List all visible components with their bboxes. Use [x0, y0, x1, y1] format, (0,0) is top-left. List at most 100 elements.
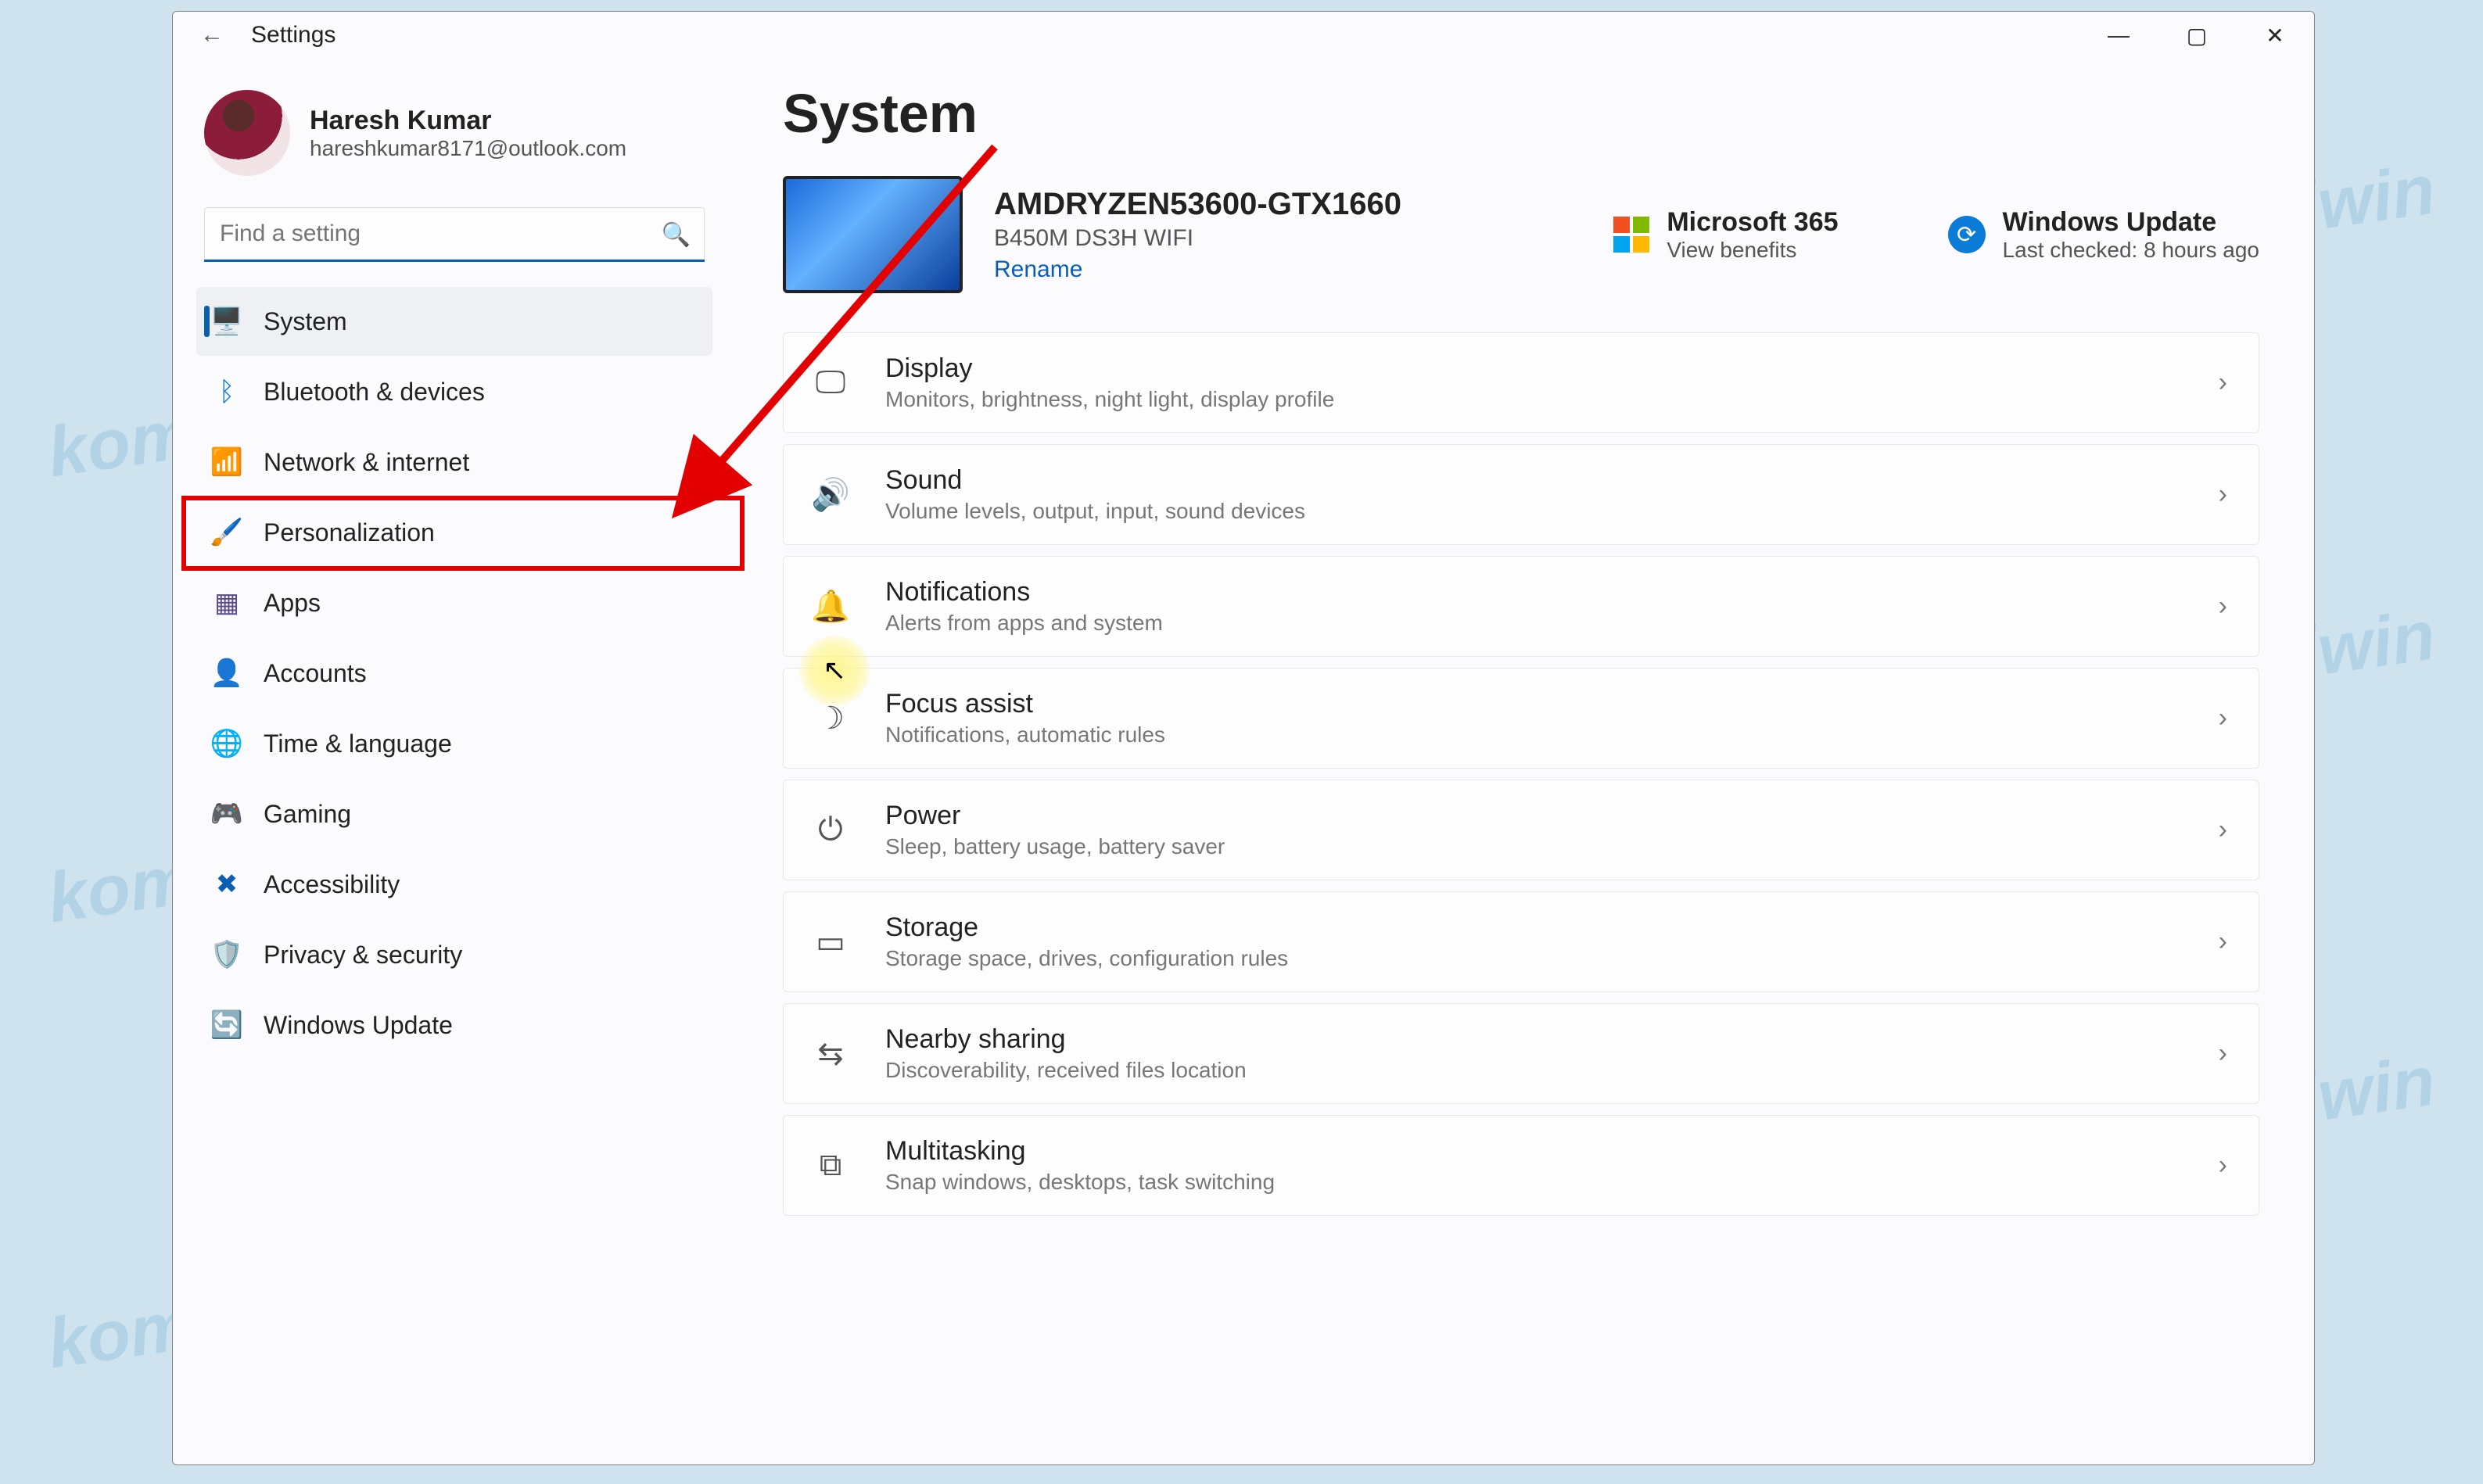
setting-title: Sound [885, 465, 1305, 496]
nav-icon: 🖥️ [212, 306, 242, 336]
sidebar-item-system[interactable]: 🖥️ System [196, 287, 712, 356]
nav-label: Apps [264, 589, 321, 618]
setting-item-focus-assist[interactable]: ☽ Focus assist Notifications, automatic ru… [783, 668, 2259, 769]
windows-update-icon: ⟳ [1948, 216, 1986, 253]
sidebar-item-time-language[interactable]: 🌐Time & language [196, 709, 712, 778]
nav-icon: 🖌️ [212, 518, 242, 547]
setting-title: Focus assist [885, 689, 1165, 719]
setting-item-display[interactable]: 🖵DisplayMonitors, brightness, night ligh… [783, 332, 2259, 433]
sidebar-item-apps[interactable]: ▦ Apps [196, 568, 712, 637]
nav-icon: 🛡️ [212, 940, 242, 970]
setting-item-nearby-sharing[interactable]: ⇆ Nearby sharing Discoverability, received… [783, 1003, 2259, 1104]
m365-sub: View benefits [1667, 238, 1838, 263]
setting-title: Power [885, 801, 1225, 831]
titlebar: ← Settings — ▢ ✕ [173, 12, 2314, 59]
chevron-right-icon: › [2219, 1150, 2227, 1181]
nav-label: System [264, 307, 347, 336]
sidebar-item-network-internet[interactable]: 📶 Network & internet [196, 428, 712, 496]
setting-desc: Sleep, battery usage, battery saver [885, 834, 1225, 859]
setting-desc: Snap windows, desktops, task switching [885, 1170, 1275, 1195]
setting-title: Notifications [885, 577, 1163, 608]
nav-icon: 🌐 [212, 729, 242, 758]
nav-label: Network & internet [264, 448, 469, 477]
device-name: AMDRYZEN53600-GTX1660 [994, 187, 1401, 222]
setting-icon: 🖵 [807, 365, 854, 400]
setting-desc: Alerts from apps and system [885, 611, 1163, 636]
nav-label: Gaming [264, 800, 351, 829]
chevron-right-icon: › [2219, 815, 2227, 845]
rename-link[interactable]: Rename [994, 256, 1401, 283]
settings-window: ← Settings — ▢ ✕ Haresh Kumar hareshkuma… [172, 11, 2315, 1465]
chevron-right-icon: › [2219, 1038, 2227, 1069]
wu-sub: Last checked: 8 hours ago [2003, 238, 2259, 263]
profile-email: hareshkumar8171@outlook.com [310, 136, 626, 161]
setting-icon: ⧉ [807, 1148, 854, 1183]
setting-icon: ☽ [807, 701, 854, 737]
desktop-thumbnail[interactable] [783, 176, 963, 293]
sidebar-item-accounts[interactable]: 👤Accounts [196, 639, 712, 708]
back-button[interactable]: ← [196, 20, 228, 51]
setting-desc: Volume levels, output, input, sound devi… [885, 499, 1305, 524]
nav-icon: 🔄 [212, 1010, 242, 1040]
window-title: Settings [251, 22, 335, 48]
setting-title: Nearby sharing [885, 1024, 1247, 1055]
windows-update-card[interactable]: ⟳ Windows Update Last checked: 8 hours a… [1948, 207, 2259, 263]
nav-icon: 📶 [212, 447, 242, 477]
device-header: AMDRYZEN53600-GTX1660 B450M DS3H WIFI Re… [783, 176, 2259, 293]
chevron-right-icon: › [2219, 927, 2227, 957]
page-title: System [783, 82, 2259, 145]
sidebar-item-windows-update[interactable]: 🔄 Windows Update [196, 991, 712, 1059]
nav-icon: 🎮 [212, 799, 242, 829]
sidebar-item-bluetooth-devices[interactable]: ᛒ Bluetooth & devices [196, 357, 712, 426]
setting-item-notifications[interactable]: 🔔 Notifications Alerts from apps and syste… [783, 556, 2259, 657]
nav-icon: ✖ [212, 869, 242, 899]
setting-item-storage[interactable]: ▭ Storage Storage space, drives, configura… [783, 891, 2259, 992]
chevron-right-icon: › [2219, 367, 2227, 398]
chevron-right-icon: › [2219, 479, 2227, 510]
minimize-button[interactable]: — [2079, 12, 2158, 59]
setting-icon: 🔊 [807, 476, 854, 513]
nav-icon: ▦ [212, 588, 242, 618]
profile-name: Haresh Kumar [310, 106, 626, 136]
setting-icon: ▭ [807, 924, 854, 960]
setting-item-multitasking[interactable]: ⧉ Multitasking Snap windows, desktops, tas… [783, 1115, 2259, 1216]
chevron-right-icon: › [2219, 591, 2227, 622]
maximize-button[interactable]: ▢ [2158, 12, 2236, 59]
setting-item-power[interactable]: ⏻PowerSleep, battery usage, battery save… [783, 780, 2259, 880]
setting-title: Storage [885, 912, 1288, 943]
setting-icon: 🔔 [807, 588, 854, 625]
setting-desc: Discoverability, received files location [885, 1058, 1247, 1083]
setting-icon: ⇆ [807, 1036, 854, 1072]
nav-label: Accessibility [264, 870, 400, 899]
m365-title: Microsoft 365 [1667, 207, 1838, 238]
setting-title: Display [885, 353, 1334, 384]
chevron-right-icon: › [2219, 703, 2227, 733]
settings-list: 🖵DisplayMonitors, brightness, night ligh… [783, 332, 2259, 1216]
setting-title: Multitasking [885, 1136, 1275, 1167]
sidebar-item-privacy-security[interactable]: 🛡️ Privacy & security [196, 920, 712, 989]
search-input[interactable] [204, 207, 705, 262]
nav-label: Privacy & security [264, 941, 462, 970]
setting-desc: Storage space, drives, configuration rul… [885, 946, 1288, 971]
main-panel: System AMDRYZEN53600-GTX1660 B450M DS3H … [736, 59, 2314, 1464]
avatar [204, 90, 290, 176]
sidebar-item-personalization[interactable]: 🖌️ Personalization [196, 498, 712, 567]
wu-title: Windows Update [2003, 207, 2259, 238]
sidebar-item-gaming[interactable]: 🎮 Gaming [196, 780, 712, 848]
nav-label: Personalization [264, 518, 435, 547]
profile-block[interactable]: Haresh Kumar hareshkumar8171@outlook.com [196, 74, 712, 199]
setting-item-sound[interactable]: 🔊 Sound Volume levels, output, input, soun… [783, 444, 2259, 545]
device-motherboard: B450M DS3H WIFI [994, 225, 1401, 252]
search-box: 🔍 [204, 207, 705, 262]
nav-icon: ᛒ [212, 377, 242, 407]
close-button[interactable]: ✕ [2236, 12, 2314, 59]
microsoft-icon [1613, 217, 1649, 253]
m365-card[interactable]: Microsoft 365 View benefits [1613, 207, 1838, 263]
search-icon: 🔍 [662, 221, 691, 249]
setting-desc: Notifications, automatic rules [885, 722, 1165, 747]
window-controls: — ▢ ✕ [2079, 12, 2314, 59]
sidebar-item-accessibility[interactable]: ✖ Accessibility [196, 850, 712, 919]
sidebar: Haresh Kumar hareshkumar8171@outlook.com… [173, 59, 736, 1464]
nav-label: Windows Update [264, 1011, 453, 1040]
nav-label: Bluetooth & devices [264, 378, 485, 407]
